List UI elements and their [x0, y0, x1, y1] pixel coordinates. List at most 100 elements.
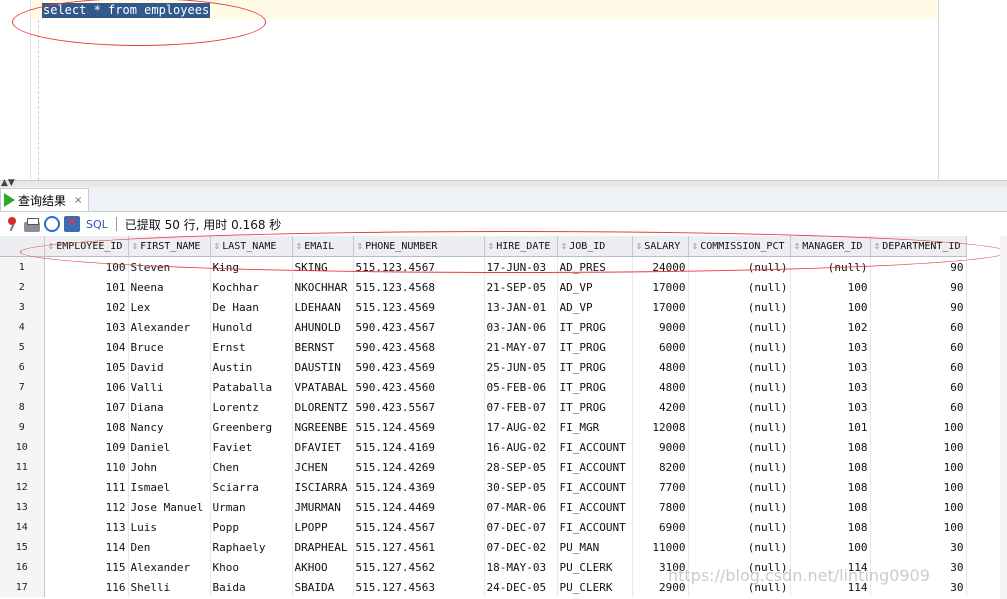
table-cell[interactable]: AD_VP	[557, 277, 633, 297]
table-cell[interactable]: 100	[44, 256, 129, 277]
table-cell[interactable]: 13-JAN-01	[484, 297, 558, 317]
table-cell[interactable]: Austin	[210, 357, 293, 377]
table-cell[interactable]: 113	[44, 517, 129, 537]
table-cell[interactable]: (null)	[688, 537, 791, 557]
table-row[interactable]: 7 106 Valli Pataballa VPATABAL 590.423.4560 05…	[0, 377, 967, 397]
table-cell[interactable]: Ernst	[210, 337, 293, 357]
table-row[interactable]: 14 113 Luis Popp LPOPP 515.124.4567 07-DEC-07 F…	[0, 517, 967, 537]
table-cell[interactable]: 102	[44, 297, 129, 317]
table-cell[interactable]: 114	[44, 537, 129, 557]
table-cell[interactable]: AHUNOLD	[292, 317, 354, 337]
table-cell[interactable]: 16-AUG-02	[484, 437, 558, 457]
table-cell[interactable]: PU_MAN	[557, 537, 633, 557]
table-cell[interactable]: 515.127.4563	[353, 577, 485, 597]
table-cell[interactable]: NKOCHHAR	[292, 277, 354, 297]
table-cell[interactable]: 4200	[632, 397, 689, 417]
table-cell[interactable]: 515.123.4567	[353, 256, 485, 277]
table-cell[interactable]: IT_PROG	[557, 317, 633, 337]
table-cell[interactable]: Popp	[210, 517, 293, 537]
table-cell[interactable]: Khoo	[210, 557, 293, 577]
table-cell[interactable]: 515.124.4469	[353, 497, 485, 517]
column-header[interactable]: ⇕ DEPARTMENT_ID	[870, 236, 967, 257]
table-row[interactable]: 8 107 Diana Lorentz DLORENTZ 590.423.5567 07-F…	[0, 397, 967, 417]
vertical-scrollbar[interactable]	[1000, 236, 1007, 599]
table-cell[interactable]: (null)	[688, 317, 791, 337]
table-cell[interactable]: Lorentz	[210, 397, 293, 417]
table-cell[interactable]: Sciarra	[210, 477, 293, 497]
table-cell[interactable]: Greenberg	[210, 417, 293, 437]
table-cell[interactable]: Bruce	[128, 337, 211, 357]
table-cell[interactable]: Valli	[128, 377, 211, 397]
table-cell[interactable]: FI_ACCOUNT	[557, 457, 633, 477]
table-cell[interactable]: 07-MAR-06	[484, 497, 558, 517]
table-cell[interactable]: 108	[790, 497, 871, 517]
table-cell[interactable]: 103	[790, 377, 871, 397]
table-cell[interactable]: 17000	[632, 277, 689, 297]
column-header[interactable]: ⇕ EMAIL	[292, 236, 354, 257]
column-header[interactable]: ⇕ JOB_ID	[557, 236, 633, 257]
table-cell[interactable]: 108	[790, 437, 871, 457]
table-cell[interactable]: (null)	[688, 337, 791, 357]
table-cell[interactable]: 21-SEP-05	[484, 277, 558, 297]
table-cell[interactable]: (null)	[688, 277, 791, 297]
table-row[interactable]: 9 108 Nancy Greenberg NGREENBE 515.124.4569 17…	[0, 417, 967, 437]
table-cell[interactable]: 590.423.4569	[353, 357, 485, 377]
table-cell[interactable]: AKHOO	[292, 557, 354, 577]
table-cell[interactable]: 9000	[632, 317, 689, 337]
table-cell[interactable]: 108	[44, 417, 129, 437]
table-cell[interactable]: (null)	[688, 517, 791, 537]
table-row[interactable]: 11 110 John Chen JCHEN 515.124.4269 28-SEP-05 F…	[0, 457, 967, 477]
table-cell[interactable]: 05-FEB-06	[484, 377, 558, 397]
column-header[interactable]: ⇕ PHONE_NUMBER	[353, 236, 485, 257]
table-cell[interactable]: JCHEN	[292, 457, 354, 477]
table-cell[interactable]: 515.124.4567	[353, 517, 485, 537]
table-cell[interactable]: Nancy	[128, 417, 211, 437]
table-cell[interactable]: PU_CLERK	[557, 557, 633, 577]
table-cell[interactable]: ISCIARRA	[292, 477, 354, 497]
table-cell[interactable]: 90	[870, 297, 967, 317]
table-cell[interactable]: LPOPP	[292, 517, 354, 537]
table-cell[interactable]: King	[210, 256, 293, 277]
table-cell[interactable]: 90	[870, 256, 967, 277]
table-cell[interactable]: Luis	[128, 517, 211, 537]
table-cell[interactable]: Raphaely	[210, 537, 293, 557]
table-cell[interactable]: 590.423.4560	[353, 377, 485, 397]
table-row[interactable]: 13 112 Jose Manuel Urman JMURMAN 515.124.4469…	[0, 497, 967, 517]
table-cell[interactable]: 107	[44, 397, 129, 417]
table-cell[interactable]: 100	[790, 537, 871, 557]
table-cell[interactable]: 101	[790, 417, 871, 437]
table-row[interactable]: 10 109 Daniel Faviet DFAVIET 515.124.4169 16-A…	[0, 437, 967, 457]
column-header[interactable]: ⇕ HIRE_DATE	[484, 236, 558, 257]
table-cell[interactable]: FI_ACCOUNT	[557, 497, 633, 517]
table-cell[interactable]: 106	[44, 377, 129, 397]
table-cell[interactable]: 07-FEB-07	[484, 397, 558, 417]
table-cell[interactable]: PU_CLERK	[557, 577, 633, 597]
table-cell[interactable]: 103	[790, 357, 871, 377]
pin-icon[interactable]	[4, 216, 20, 232]
column-header[interactable]: ⇕ LAST_NAME	[210, 236, 293, 257]
table-cell[interactable]: (null)	[688, 377, 791, 397]
table-cell[interactable]: (null)	[688, 457, 791, 477]
table-cell[interactable]: Urman	[210, 497, 293, 517]
table-cell[interactable]: Daniel	[128, 437, 211, 457]
table-cell[interactable]: Baida	[210, 577, 293, 597]
table-cell[interactable]: 515.123.4568	[353, 277, 485, 297]
table-cell[interactable]: IT_PROG	[557, 397, 633, 417]
table-cell[interactable]: 101	[44, 277, 129, 297]
table-cell[interactable]: IT_PROG	[557, 337, 633, 357]
table-cell[interactable]: 28-SEP-05	[484, 457, 558, 477]
table-cell[interactable]: IT_PROG	[557, 377, 633, 397]
table-cell[interactable]: 103	[790, 337, 871, 357]
table-cell[interactable]: 108	[790, 477, 871, 497]
table-cell[interactable]: De Haan	[210, 297, 293, 317]
table-cell[interactable]: Ismael	[128, 477, 211, 497]
table-row[interactable]: 3 102 Lex De Haan LDEHAAN 515.123.4569 13-JAN-…	[0, 297, 967, 317]
table-cell[interactable]: VPATABAL	[292, 377, 354, 397]
table-cell[interactable]: IT_PROG	[557, 357, 633, 377]
table-cell[interactable]: Alexander	[128, 557, 211, 577]
table-cell[interactable]: 109	[44, 437, 129, 457]
table-cell[interactable]: (null)	[688, 417, 791, 437]
table-cell[interactable]: 103	[44, 317, 129, 337]
table-row[interactable]: 6 105 David Austin DAUSTIN 590.423.4569 25-JUN…	[0, 357, 967, 377]
table-cell[interactable]: 60	[870, 337, 967, 357]
